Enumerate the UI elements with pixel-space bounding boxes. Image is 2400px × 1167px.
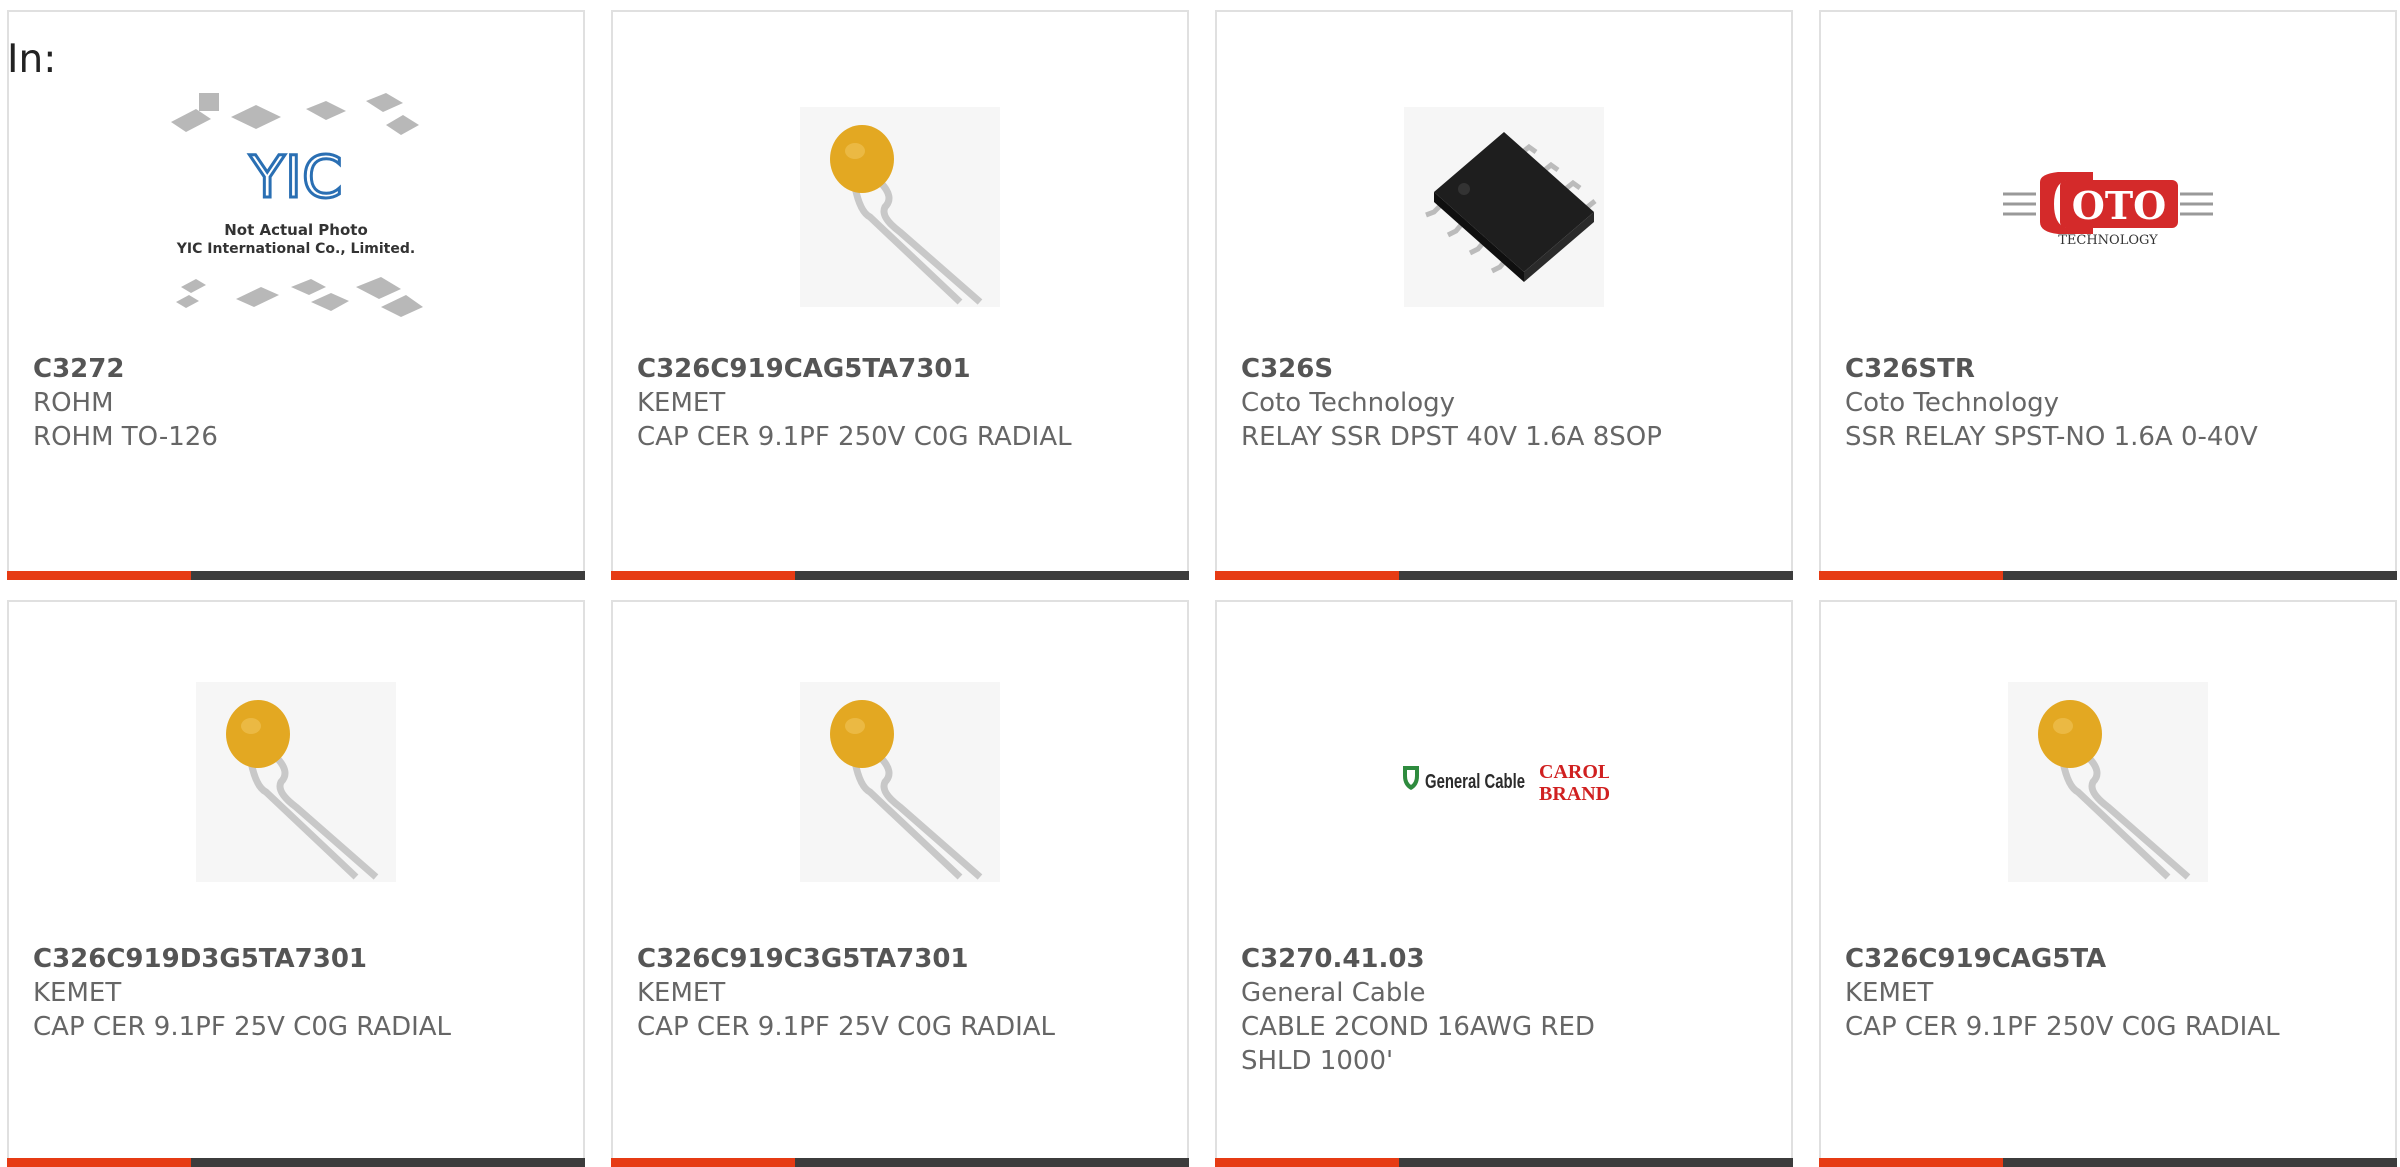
radial-capacitor-icon: [196, 682, 396, 882]
card-bottom-bar: [1819, 1158, 2397, 1167]
product-info: C3270.41.03 General Cable CABLE 2COND 16…: [1241, 942, 1761, 1078]
card-accent-bar: [1215, 1158, 1399, 1167]
product-card[interactable]: C326C919D3G5TA7301 KEMET CAP CER 9.1PF 2…: [7, 600, 585, 1167]
product-card[interactable]: YIC Not Actual Photo YIC International C…: [7, 10, 585, 580]
manufacturer: KEMET: [33, 978, 122, 1008]
svg-text:CAROL: CAROL: [1539, 761, 1609, 783]
description: ROHM TO-126: [33, 422, 218, 452]
description: CAP CER 9.1PF 25V C0G RADIAL: [637, 1012, 1056, 1042]
part-number-link[interactable]: C326C919CAG5TA7301: [637, 352, 1157, 386]
product-info: C326C919CAG5TA7301 KEMET CAP CER 9.1PF 2…: [637, 352, 1157, 454]
manufacturer: General Cable: [1241, 978, 1426, 1008]
general-cable-carol-brand-logo-icon: General Cable CAROL BRAND: [1403, 761, 1609, 805]
card-bottom-bar: [1819, 571, 2397, 580]
part-number-link[interactable]: C3270.41.03: [1241, 942, 1761, 976]
product-card[interactable]: C326C919CAG5TA7301 KEMET CAP CER 9.1PF 2…: [611, 10, 1189, 580]
card-bottom-bar: [611, 1158, 1189, 1167]
product-image[interactable]: OTO TECHNOLOGY: [1821, 62, 2395, 352]
part-number-link[interactable]: C326STR: [1845, 352, 2365, 386]
manufacturer: Coto Technology: [1241, 388, 1456, 418]
product-info: C326STR Coto Technology SSR RELAY SPST-N…: [1845, 352, 2365, 454]
product-image[interactable]: [613, 62, 1187, 352]
card-bottom-bar: [7, 1158, 585, 1167]
not-actual-photo-placeholder-icon: YIC Not Actual Photo YIC International C…: [171, 93, 423, 317]
radial-capacitor-icon: [2008, 682, 2208, 882]
product-info: C326C919CAG5TA KEMET CAP CER 9.1PF 250V …: [1845, 942, 2365, 1044]
svg-text:BRAND: BRAND: [1539, 783, 1609, 805]
card-bottom-bar: [1215, 571, 1793, 580]
description: RELAY SSR DPST 40V 1.6A 8SOP: [1241, 422, 1662, 452]
card-accent-bar: [611, 1158, 795, 1167]
svg-text:OTO: OTO: [2072, 183, 2166, 228]
manufacturer: KEMET: [1845, 978, 1934, 1008]
product-card[interactable]: C326C919CAG5TA KEMET CAP CER 9.1PF 250V …: [1819, 600, 2397, 1167]
product-info: C326S Coto Technology RELAY SSR DPST 40V…: [1241, 352, 1761, 454]
description: CABLE 2COND 16AWG RED SHLD 1000': [1241, 1012, 1595, 1076]
card-accent-bar: [1215, 571, 1399, 580]
description: SSR RELAY SPST-NO 1.6A 0-40V: [1845, 422, 2258, 452]
description: CAP CER 9.1PF 250V C0G RADIAL: [637, 422, 1072, 452]
card-accent-bar: [1819, 571, 2003, 580]
coto-technology-logo-icon: OTO TECHNOLOGY: [2003, 172, 2213, 248]
card-bottom-bar: [1215, 1158, 1793, 1167]
svg-text:General Cable: General Cable: [1425, 771, 1525, 793]
card-bottom-bar: [611, 571, 1189, 580]
part-number-link[interactable]: C326C919CAG5TA: [1845, 942, 2365, 976]
product-card[interactable]: OTO TECHNOLOGY C326STR Coto Technology S…: [1819, 10, 2397, 580]
product-info: C326C919C3G5TA7301 KEMET CAP CER 9.1PF 2…: [637, 942, 1157, 1044]
svg-text:YIC: YIC: [248, 143, 342, 211]
svg-text:TECHNOLOGY: TECHNOLOGY: [2058, 233, 2158, 248]
svg-text:YIC International Co., Limited: YIC International Co., Limited.: [176, 241, 415, 257]
card-accent-bar: [7, 1158, 191, 1167]
radial-capacitor-icon: [800, 107, 1000, 307]
manufacturer: Coto Technology: [1845, 388, 2060, 418]
product-card[interactable]: General Cable CAROL BRAND C3270.41.03 Ge…: [1215, 600, 1793, 1167]
manufacturer: KEMET: [637, 978, 726, 1008]
card-bottom-bar: [7, 571, 585, 580]
card-accent-bar: [7, 571, 191, 580]
svg-text:Not Actual Photo: Not Actual Photo: [224, 221, 368, 239]
description: CAP CER 9.1PF 25V C0G RADIAL: [33, 1012, 452, 1042]
part-number-link[interactable]: C326S: [1241, 352, 1761, 386]
manufacturer: KEMET: [637, 388, 726, 418]
product-image[interactable]: [1217, 62, 1791, 352]
product-image[interactable]: YIC Not Actual Photo YIC International C…: [9, 62, 583, 352]
product-grid-page: In: YIC Not Actual Photo YIC Internation…: [0, 0, 2400, 1167]
manufacturer: ROHM: [33, 388, 114, 418]
in-label: In:: [7, 37, 57, 82]
product-info: C3272 ROHM ROHM TO-126: [33, 352, 553, 454]
product-card[interactable]: C326C919C3G5TA7301 KEMET CAP CER 9.1PF 2…: [611, 600, 1189, 1167]
part-number-link[interactable]: C3272: [33, 352, 553, 386]
part-number-link[interactable]: C326C919C3G5TA7301: [637, 942, 1157, 976]
description: CAP CER 9.1PF 250V C0G RADIAL: [1845, 1012, 2280, 1042]
product-info: C326C919D3G5TA7301 KEMET CAP CER 9.1PF 2…: [33, 942, 553, 1044]
product-image[interactable]: [9, 652, 583, 912]
radial-capacitor-icon: [800, 682, 1000, 882]
product-image[interactable]: [1821, 652, 2395, 912]
card-accent-bar: [611, 571, 795, 580]
product-card[interactable]: C326S Coto Technology RELAY SSR DPST 40V…: [1215, 10, 1793, 580]
part-number-link[interactable]: C326C919D3G5TA7301: [33, 942, 553, 976]
sop8-chip-icon: [1404, 107, 1604, 307]
product-image[interactable]: [613, 652, 1187, 912]
product-image[interactable]: General Cable CAROL BRAND: [1217, 652, 1791, 912]
card-accent-bar: [1819, 1158, 2003, 1167]
